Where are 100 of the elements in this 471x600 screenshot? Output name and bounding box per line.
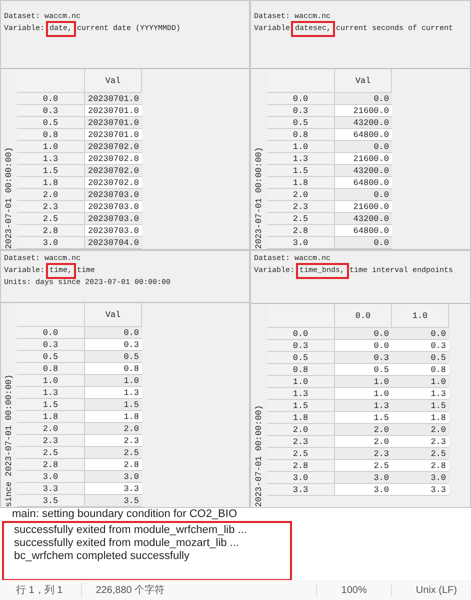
table-cell: 20230701.0 (85, 105, 142, 117)
table-cell: 0.8 (85, 363, 142, 375)
table-cell: 0.0 (335, 93, 392, 105)
row-header: 1.0 (267, 141, 335, 153)
table-cell: 20230703.0 (85, 225, 142, 237)
row-header: 2.5 (17, 447, 85, 459)
table-cell: 1.8 (85, 411, 142, 423)
row-header: 1.0 (17, 375, 85, 387)
row-header: 0.0 (267, 328, 335, 340)
row-header: 0.3 (17, 339, 85, 351)
row-header: 2.8 (267, 225, 335, 237)
table-cell: 20230704.0 (85, 237, 142, 249)
line-ending: Unix (LF) (390, 584, 471, 596)
axis-label: 2023-07-01 00:00:00) (3, 146, 15, 249)
row-header: 3.0 (267, 237, 335, 249)
table-cell: 0.5 (85, 351, 142, 363)
row-header: 1.5 (267, 400, 335, 412)
table-cell: 0.0 (335, 141, 392, 153)
row-header: 1.5 (17, 399, 85, 411)
row-header: 3.0 (17, 237, 85, 249)
row-header: 2.8 (17, 459, 85, 471)
table-cell: 20230703.0 (85, 189, 142, 201)
table-cell: 20230703.0 (85, 201, 142, 213)
row-header: 3.5 (17, 495, 85, 507)
axis-label: 2023-07-01 00:00:00) (253, 146, 265, 249)
row-header: 3.0 (267, 472, 335, 484)
table-corner (17, 69, 85, 93)
table-cell: 0.0 (335, 189, 392, 201)
table-cell: 3.0 (335, 484, 392, 496)
table-cell: 2.5 (392, 448, 449, 460)
row-header: 2.0 (267, 424, 335, 436)
table-cell: 2.8 (85, 459, 142, 471)
table-cell: 1.0 (392, 376, 449, 388)
column-header: 1.0 (392, 304, 449, 328)
row-header: 2.3 (267, 436, 335, 448)
row-header: 2.0 (17, 189, 85, 201)
table-cell: 0.5 (335, 364, 392, 376)
row-header: 2.3 (17, 435, 85, 447)
row-header: 2.8 (267, 460, 335, 472)
row-header: 1.8 (267, 412, 335, 424)
column-header: Val (85, 303, 142, 327)
table-cell: 3.3 (85, 483, 142, 495)
table-cell: 20230703.0 (85, 213, 142, 225)
table-cell: 3.0 (335, 472, 392, 484)
table-cell: 43200.0 (335, 165, 392, 177)
table-cell: 20230701.0 (85, 129, 142, 141)
row-header: 1.3 (17, 153, 85, 165)
table-cell: 2.0 (335, 436, 392, 448)
table-cell: 3.0 (392, 472, 449, 484)
table-cell: 2.5 (335, 460, 392, 472)
column-header: Val (85, 69, 142, 93)
table-cell: 2.3 (85, 435, 142, 447)
row-header: 3.0 (17, 471, 85, 483)
row-header: 0.8 (17, 363, 85, 375)
row-header: 1.8 (17, 177, 85, 189)
table-cell: 2.0 (392, 424, 449, 436)
table-corner (267, 304, 335, 328)
table-cell: 0.8 (392, 364, 449, 376)
row-header: 0.3 (267, 105, 335, 117)
table-cell: 2.8 (392, 460, 449, 472)
character-count: 226,880 个字符 (94, 584, 165, 597)
axis-label: 2023-07-01 00:00:00) (253, 404, 265, 507)
table-cell: 20230702.0 (85, 177, 142, 189)
row-header: 0.3 (17, 105, 85, 117)
table-cell: 1.5 (85, 399, 142, 411)
row-header: 0.8 (17, 129, 85, 141)
table-cell: 2.0 (85, 423, 142, 435)
table-cell: 2.5 (85, 447, 142, 459)
cursor-position: 行 1，列 1 (0, 583, 82, 597)
row-header: 1.8 (17, 411, 85, 423)
axis-label: since 2023-07-01 00:00:00) (3, 373, 15, 507)
table-cell: 3.3 (392, 484, 449, 496)
table-cell: 2.3 (392, 436, 449, 448)
table-cell: 1.3 (392, 388, 449, 400)
row-header: 0.8 (267, 129, 335, 141)
row-header: 0.8 (267, 364, 335, 376)
zoom-level: 100% (316, 584, 391, 596)
table-cell: 1.0 (85, 375, 142, 387)
log-line: bc_wrfchem completed successfully (14, 550, 190, 563)
log-line: successfully exited from module_wrfchem_lib ... (14, 524, 248, 537)
table-cell: 43200.0 (335, 213, 392, 225)
row-header: 2.0 (17, 423, 85, 435)
table-cell: 20230701.0 (85, 93, 142, 105)
row-header: 2.5 (267, 213, 335, 225)
table-cell: 64800.0 (335, 129, 392, 141)
row-header: 0.5 (17, 351, 85, 363)
table-cell: 3.0 (85, 471, 142, 483)
table-cell: 20230702.0 (85, 165, 142, 177)
row-header: 2.8 (17, 225, 85, 237)
table-cell: 0.3 (335, 352, 392, 364)
table-cell: 2.0 (335, 424, 392, 436)
table-cell: 1.0 (335, 376, 392, 388)
row-header: 3.3 (17, 483, 85, 495)
table-cell: 21600.0 (335, 105, 392, 117)
table-cell: 0.5 (392, 352, 449, 364)
row-header: 0.3 (267, 340, 335, 352)
table-cell: 0.3 (85, 339, 142, 351)
row-header: 0.5 (267, 117, 335, 129)
table-cell: 3.5 (85, 495, 142, 507)
row-header: 2.5 (17, 213, 85, 225)
